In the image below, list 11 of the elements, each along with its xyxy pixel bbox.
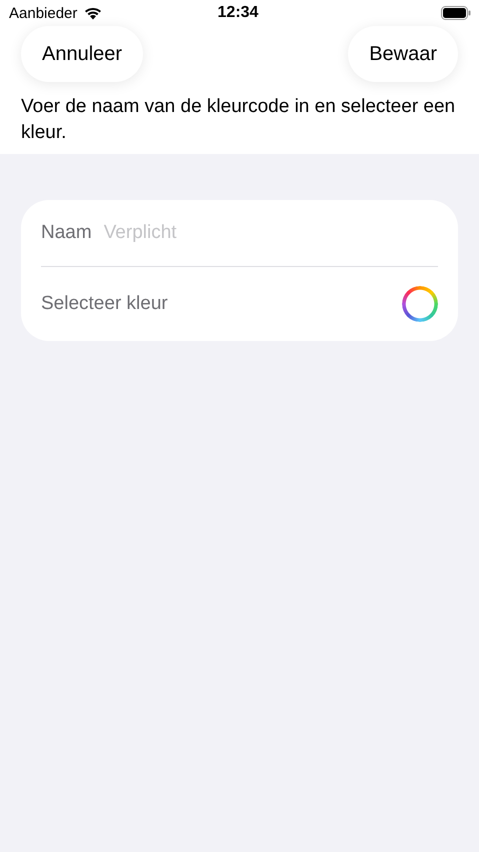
- carrier-name: Aanbieder: [9, 4, 78, 22]
- select-color-label: Selecteer kleur: [41, 293, 168, 315]
- color-wheel-icon[interactable]: [402, 286, 438, 322]
- cancel-button[interactable]: Annuleer: [21, 26, 144, 82]
- wifi-icon: [83, 6, 104, 20]
- instruction-text: Voer de naam van de kleurcode in en selecteer een kleur.: [21, 95, 456, 145]
- clock-time: 12:34: [218, 4, 258, 22]
- name-label: Naam: [41, 222, 92, 244]
- save-button[interactable]: Bewaar: [348, 26, 458, 82]
- name-field[interactable]: Verplicht: [104, 222, 438, 244]
- battery-icon: [440, 6, 471, 20]
